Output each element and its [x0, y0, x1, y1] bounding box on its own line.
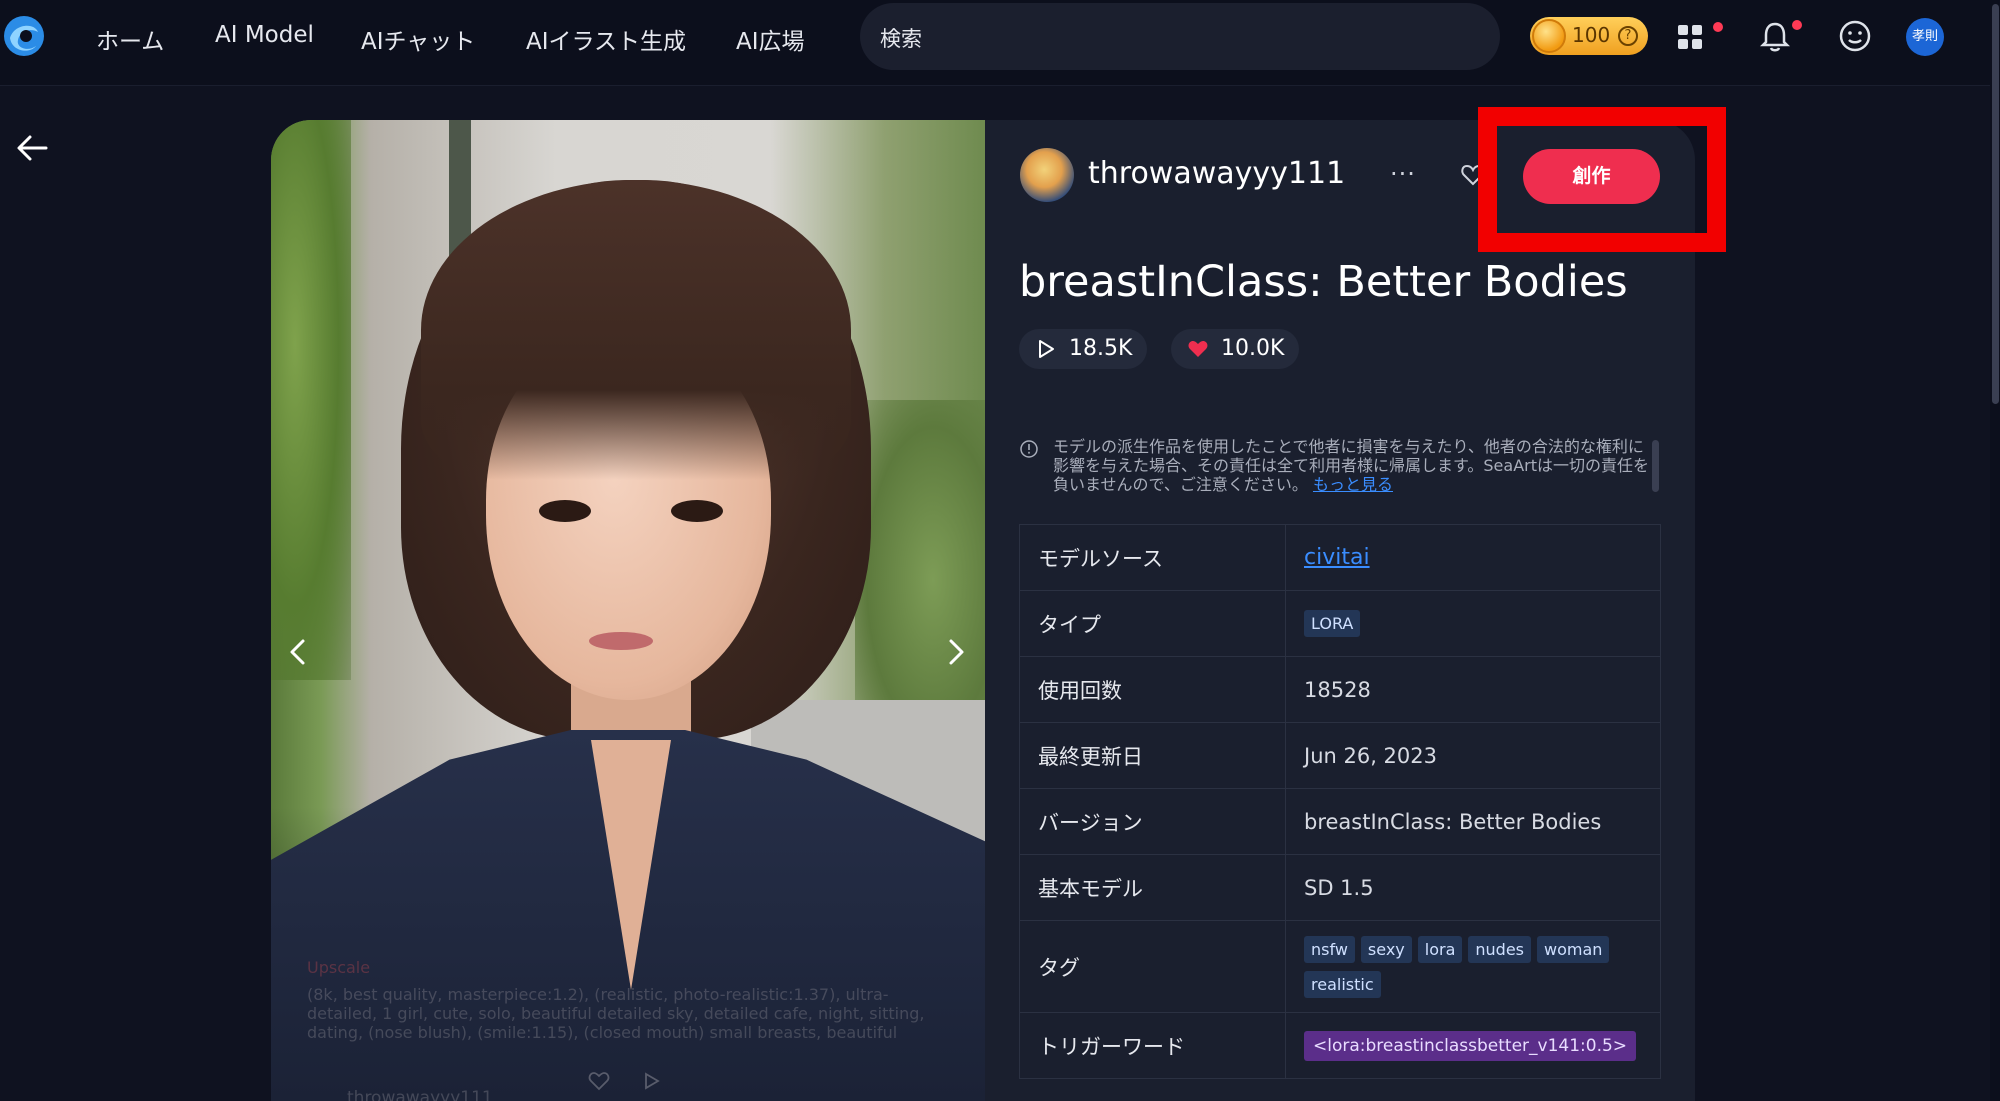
spec-label: 基本モデル — [1019, 854, 1286, 921]
top-nav-bar: ホーム AI Model AIチャット AIイラスト生成 AI広場 検索 100… — [0, 0, 2000, 86]
nav-ai-plaza[interactable]: AI広場 — [736, 22, 805, 56]
info-icon — [1020, 440, 1038, 458]
runs-stat: 18.5K — [1019, 329, 1147, 369]
spec-row-source: モデルソース civitai — [1019, 524, 1661, 591]
apps-grid-icon[interactable] — [1672, 17, 1710, 55]
photo-bangs — [421, 180, 851, 480]
coin-balance[interactable]: 100 ? — [1530, 17, 1648, 55]
tag-chip[interactable]: sexy — [1360, 935, 1412, 963]
model-spec-table: モデルソース civitai タイプ LORA 使用回数 18528 最終更新日… — [1019, 524, 1661, 1079]
highlight-annotation-box — [1478, 107, 1726, 252]
user-avatar[interactable]: 孝則 — [1906, 18, 1944, 56]
spec-row-type: タイプ LORA — [1019, 590, 1661, 657]
source-link[interactable]: civitai — [1304, 545, 1370, 570]
spec-value: LORA — [1285, 590, 1661, 657]
spec-row-updated: 最終更新日 Jun 26, 2023 — [1019, 722, 1661, 789]
caption-tag: Upscale — [307, 958, 371, 977]
help-icon[interactable]: ? — [1618, 26, 1638, 46]
heart-icon — [1188, 341, 1208, 357]
spec-value: nsfw sexy lora nudes woman realistic — [1285, 920, 1661, 1013]
author-avatar[interactable] — [1020, 148, 1074, 202]
spec-value: breastInClass: Better Bodies — [1285, 788, 1661, 855]
coin-count: 100 — [1572, 23, 1611, 47]
spec-label: タイプ — [1019, 590, 1286, 657]
spec-label: 最終更新日 — [1019, 722, 1286, 789]
spec-label: バージョン — [1019, 788, 1286, 855]
likes-stat[interactable]: 10.0K — [1171, 329, 1299, 369]
spec-row-tags: タグ nsfw sexy lora nudes woman realistic — [1019, 920, 1661, 1013]
play-icon — [1039, 340, 1054, 358]
search-placeholder: 検索 — [880, 27, 922, 51]
seaart-logo-icon[interactable] — [2, 14, 46, 58]
author-name[interactable]: throwawayyy111 — [1088, 156, 1345, 191]
bell-notification-dot — [1792, 20, 1802, 30]
spec-value: Jun 26, 2023 — [1285, 722, 1661, 789]
likes-count: 10.0K — [1221, 336, 1285, 361]
model-preview-image[interactable]: Upscale (8k, best quality, masterpiece:1… — [271, 120, 985, 1101]
disclaimer-more-link[interactable]: もっと見る — [1313, 475, 1393, 494]
bell-icon[interactable] — [1756, 17, 1794, 55]
spec-row-trigger: トリガーワード <lora:breastinclassbetter_v141:0… — [1019, 1012, 1661, 1079]
tag-chip[interactable]: nsfw — [1304, 935, 1355, 963]
coin-icon — [1532, 19, 1566, 53]
play-icon[interactable] — [640, 1070, 662, 1092]
spec-label: タグ — [1019, 920, 1286, 1013]
smiley-icon[interactable] — [1836, 17, 1874, 55]
spec-row-uses: 使用回数 18528 — [1019, 656, 1661, 723]
spec-value: <lora:breastinclassbetter_v141:0.5> — [1285, 1012, 1661, 1079]
caption-author: throwawayyy111 — [347, 1088, 493, 1101]
runs-count: 18.5K — [1069, 336, 1133, 361]
caption-prompt: (8k, best quality, masterpiece:1.2), (re… — [307, 985, 925, 1042]
spec-label: 使用回数 — [1019, 656, 1286, 723]
photo-eye-left — [539, 500, 591, 522]
spec-label: トリガーワード — [1019, 1012, 1286, 1079]
nav-ai-chat[interactable]: AIチャット — [361, 22, 475, 56]
disclaimer-scrollbar[interactable] — [1652, 440, 1659, 492]
search-input[interactable]: 検索 — [860, 3, 1500, 70]
tag-chip[interactable]: lora — [1417, 935, 1463, 963]
nav-ai-model[interactable]: AI Model — [215, 22, 314, 48]
disclaimer-text: モデルの派生作品を使用したことで他者に損害を与えたり、他者の合法的な権利に影響を… — [1019, 437, 1659, 494]
apps-notification-dot — [1713, 22, 1723, 32]
tag-chip[interactable]: realistic — [1304, 970, 1381, 998]
type-chip: LORA — [1304, 610, 1361, 637]
spec-row-base-model: 基本モデル SD 1.5 — [1019, 854, 1661, 921]
nav-home[interactable]: ホーム — [96, 22, 164, 56]
chevron-right-icon[interactable] — [941, 635, 971, 669]
photo-foliage-left — [271, 120, 351, 680]
spec-value: civitai — [1285, 524, 1661, 591]
nav-ai-illustration[interactable]: AIイラスト生成 — [526, 22, 686, 56]
model-title: breastInClass: Better Bodies — [1019, 257, 1628, 307]
heart-outline-icon[interactable] — [588, 1070, 610, 1092]
trigger-word-chip[interactable]: <lora:breastinclassbetter_v141:0.5> — [1304, 1030, 1637, 1061]
page-scrollbar-thumb[interactable] — [1992, 4, 1999, 404]
tag-chip[interactable]: nudes — [1468, 935, 1532, 963]
spec-value: 18528 — [1285, 656, 1661, 723]
spec-row-version: バージョン breastInClass: Better Bodies — [1019, 788, 1661, 855]
photo-lips — [589, 632, 653, 650]
more-options-button[interactable]: ··· — [1390, 160, 1416, 188]
spec-value: SD 1.5 — [1285, 854, 1661, 921]
tag-chip[interactable]: woman — [1537, 935, 1610, 963]
photo-eye-right — [671, 500, 723, 522]
spec-label: モデルソース — [1019, 524, 1286, 591]
back-arrow-icon[interactable] — [14, 130, 50, 166]
chevron-left-icon[interactable] — [283, 635, 313, 669]
image-caption: Upscale (8k, best quality, masterpiece:1… — [307, 958, 947, 1101]
